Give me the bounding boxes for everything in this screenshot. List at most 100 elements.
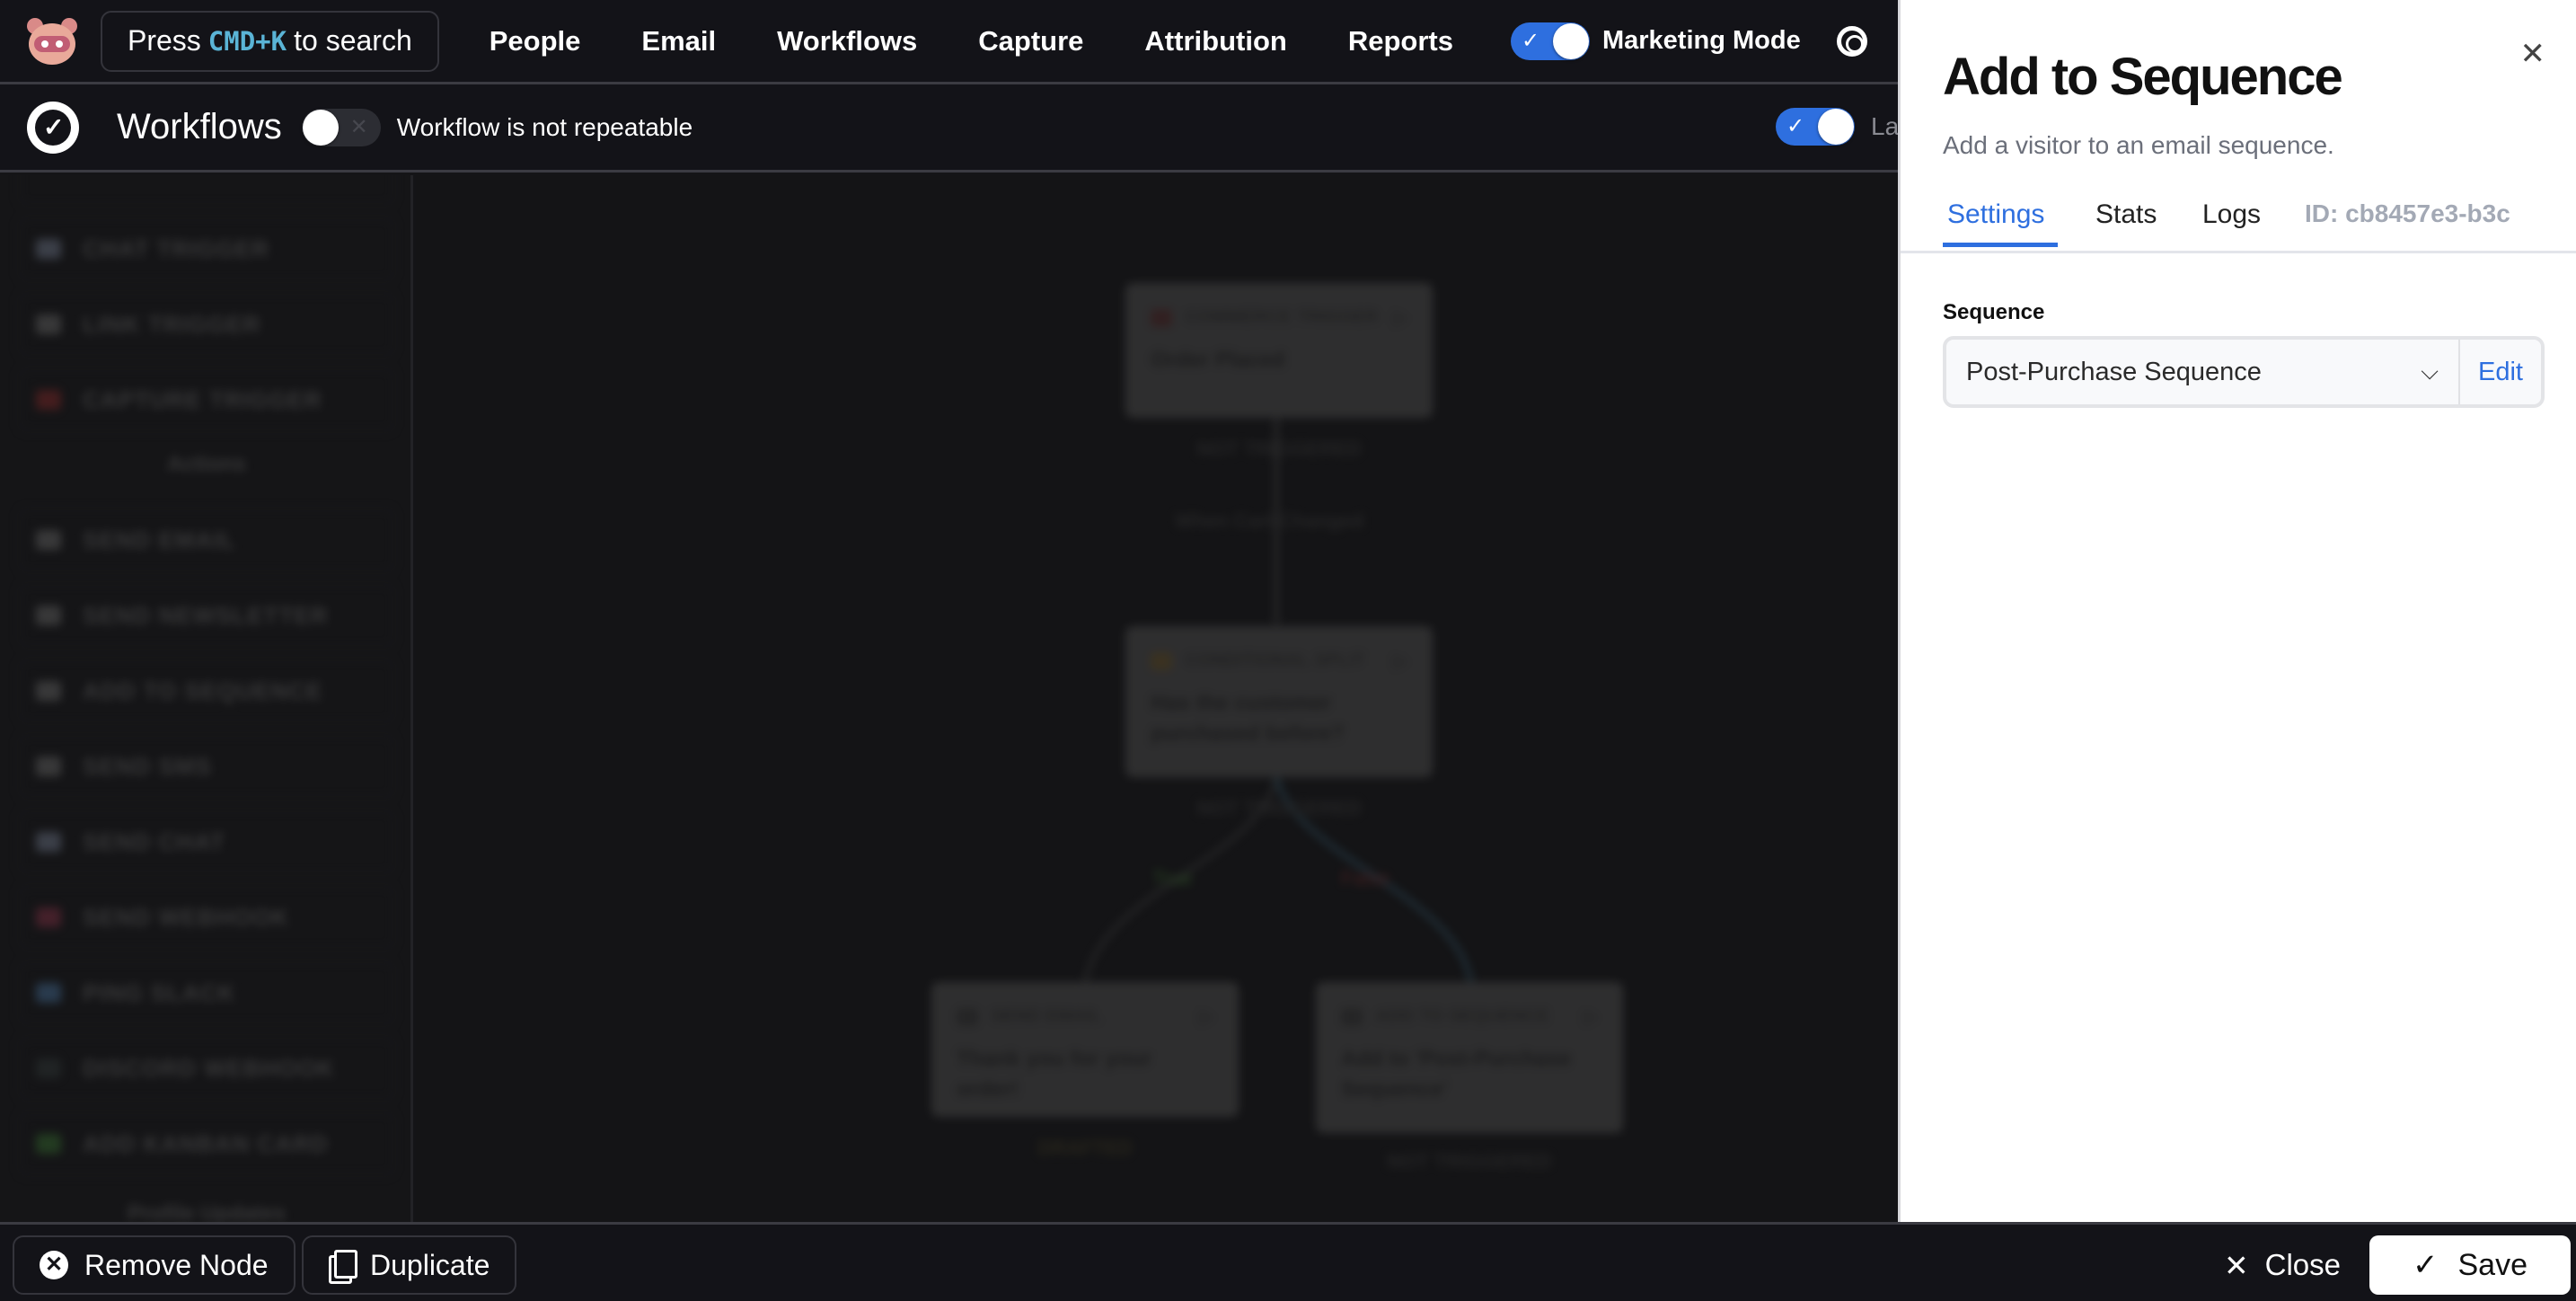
chat-icon xyxy=(36,239,61,259)
sidebar-item-label: SEND NEWSLETTER xyxy=(83,601,329,629)
bottom-action-bar: ✕ Remove Node Duplicate ✕ Close ✓ Save xyxy=(0,1222,2576,1301)
logo-icon[interactable] xyxy=(25,16,79,66)
sidebar-item[interactable]: SEND NEWSLETTER xyxy=(18,583,395,648)
chevron-down-icon[interactable]: ⌵ xyxy=(2421,358,2439,386)
sidebar-section-heading: Actions xyxy=(166,452,246,476)
workflow-header: ✓ Workflows ✕ Workflow is not repeatable… xyxy=(0,84,1898,173)
marketing-mode-label: Marketing Mode xyxy=(1601,26,1801,55)
help-lifebuoy-icon[interactable] xyxy=(1836,25,1867,57)
nav-people[interactable]: People xyxy=(490,25,581,58)
search-button[interactable]: Press CMD+K to search xyxy=(101,10,439,72)
panel-tabs: Settings Stats Logs ID: cb8457e3-b3c xyxy=(1901,190,2576,253)
node-settings-panel: ✕ Add to Sequence Add a visitor to an em… xyxy=(1898,0,2576,1222)
repeatable-label: Workflow is not repeatable xyxy=(396,112,693,141)
tab-logs[interactable]: Logs xyxy=(2202,199,2261,230)
check-icon: ✓ xyxy=(1786,114,1805,138)
nav-workflows[interactable]: Workflows xyxy=(777,25,917,58)
slack-icon xyxy=(36,983,61,1003)
sidebar-item[interactable]: SEND WEBHOOK xyxy=(18,885,395,950)
sidebar-item-label: ADD KANBAN CARD xyxy=(83,1129,329,1157)
tab-settings[interactable]: Settings xyxy=(1947,199,2044,230)
wait-label: When Cart Changed xyxy=(1175,509,1364,532)
sidebar-section-heading: Profile Updates xyxy=(127,1201,287,1222)
node-send-email[interactable]: SEND EMAIL ▷ Thank you for your order! xyxy=(931,982,1239,1117)
repeatable-toggle[interactable]: ✕ xyxy=(301,108,381,146)
nav-capture[interactable]: Capture xyxy=(978,25,1083,58)
nav-attribution[interactable]: Attribution xyxy=(1144,25,1286,58)
split-icon xyxy=(1151,651,1172,670)
sidebar-item-label: SEND EMAIL xyxy=(83,526,236,553)
node-conditional-split[interactable]: CONDITIONAL SPLIT ▷ Has the customer purc… xyxy=(1125,626,1433,777)
sidebar-item[interactable]: PING SLACK xyxy=(18,960,395,1025)
sidebar-item[interactable]: ADD TO SEQUENCE xyxy=(18,659,395,723)
sidebar-item[interactable]: ADD KANBAN CARD xyxy=(18,1111,395,1176)
sidebar-item[interactable]: CAPTURE TRIGGER xyxy=(18,367,395,432)
node-status: DRAFTED xyxy=(1037,1137,1133,1159)
close-label: Close xyxy=(2264,1248,2341,1281)
sidebar-item-label: CHAT TRIGGER xyxy=(83,235,269,262)
node-status: NOT TRIGGERED xyxy=(1387,1150,1552,1173)
x-circle-icon: ✕ xyxy=(40,1251,68,1279)
sidebar-item[interactable] xyxy=(18,175,395,206)
last-toggle[interactable]: ✓ xyxy=(1776,108,1855,146)
top-nav: Press CMD+K to search People Email Workf… xyxy=(0,0,1898,84)
page-title: Workflows xyxy=(117,107,282,146)
newsletter-icon xyxy=(36,606,61,625)
panel-title: Add to Sequence xyxy=(1943,48,2343,106)
close-icon[interactable]: ✕ xyxy=(2520,36,2546,72)
chat-icon xyxy=(36,832,61,852)
node-type: CONDITIONAL SPLIT xyxy=(1185,650,1365,670)
node-status: NOT TRIGGERED xyxy=(1196,797,1362,819)
sidebar-item[interactable]: LINK TRIGGER xyxy=(18,292,395,357)
edge-true-label: True xyxy=(1152,867,1193,889)
remove-node-button[interactable]: ✕ Remove Node xyxy=(13,1235,296,1295)
duplicate-icon xyxy=(329,1250,357,1284)
node-title: Order Placed xyxy=(1151,348,1285,372)
node-commerce-trigger[interactable]: COMMERCE TRIGGER ▷ Order Placed xyxy=(1125,283,1433,418)
sidebar-item[interactable]: SEND EMAIL xyxy=(18,508,395,572)
edit-sequence-button[interactable]: Edit xyxy=(2458,340,2541,404)
last-toggle-label: Last xyxy=(1871,112,1898,140)
sidebar-item-label: LINK TRIGGER xyxy=(83,310,261,338)
duplicate-label: Duplicate xyxy=(370,1248,490,1281)
email-icon xyxy=(36,530,61,550)
sequence-icon xyxy=(36,681,61,701)
workflow-badge-icon: ✓ xyxy=(27,101,79,154)
sidebar-item[interactable]: SEND SMS xyxy=(18,734,395,799)
sidebar-item-label: DISCORD WEBHOOK xyxy=(83,1054,335,1082)
node-title: Has the customer purchased before? xyxy=(1151,691,1345,746)
nav-reports[interactable]: Reports xyxy=(1348,25,1453,58)
save-label: Save xyxy=(2457,1247,2528,1282)
sequence-select[interactable]: Post-Purchase Sequence ⌵ Edit xyxy=(1943,336,2545,408)
sidebar-item[interactable]: SEND CHAT xyxy=(18,810,395,874)
workflow-canvas[interactable]: COMMERCE TRIGGER ▷ Order Placed NOT TRIGG… xyxy=(416,175,1898,1222)
heart-icon xyxy=(36,390,61,410)
kanban-icon xyxy=(36,1134,61,1154)
search-prefix: Press xyxy=(128,24,201,57)
sms-icon xyxy=(36,757,61,776)
duplicate-button[interactable]: Duplicate xyxy=(302,1235,517,1295)
sidebar-item[interactable]: CHAT TRIGGER xyxy=(18,217,395,281)
close-button[interactable]: ✕ Close xyxy=(2224,1241,2341,1289)
nav-email[interactable]: Email xyxy=(641,25,716,58)
node-add-to-sequence[interactable]: ADD TO SEQUENCE ▷ Add to 'Post-Purchase S… xyxy=(1316,982,1623,1133)
sidebar-item-label: SEND CHAT xyxy=(83,828,225,855)
sidebar-item-label: SEND SMS xyxy=(83,752,212,780)
save-button[interactable]: ✓ Save xyxy=(2369,1235,2571,1295)
tab-stats[interactable]: Stats xyxy=(2095,199,2157,230)
sidebar-item-label: SEND WEBHOOK xyxy=(83,903,290,931)
email-icon xyxy=(957,1007,978,1026)
search-shortcut: CMD+K xyxy=(207,25,287,57)
edge-false-label: False xyxy=(1341,867,1389,889)
marketing-mode-toggle[interactable]: ✓ xyxy=(1510,22,1590,60)
node-type: COMMERCE TRIGGER xyxy=(1185,307,1379,327)
sequence-select-value[interactable]: Post-Purchase Sequence xyxy=(1966,358,2421,387)
discord-icon xyxy=(36,1058,61,1078)
panel-subtitle: Add a visitor to an email sequence. xyxy=(1943,131,2334,159)
node-title: Thank you for your order! xyxy=(957,1047,1152,1102)
close-icon: ✕ xyxy=(2223,1248,2249,1282)
sidebar-item-label: PING SLACK xyxy=(83,978,236,1006)
sidebar-item[interactable]: DISCORD WEBHOOK xyxy=(18,1036,395,1101)
node-status: NOT TRIGGERED xyxy=(1196,438,1362,460)
check-icon: ✓ xyxy=(2413,1248,2439,1282)
